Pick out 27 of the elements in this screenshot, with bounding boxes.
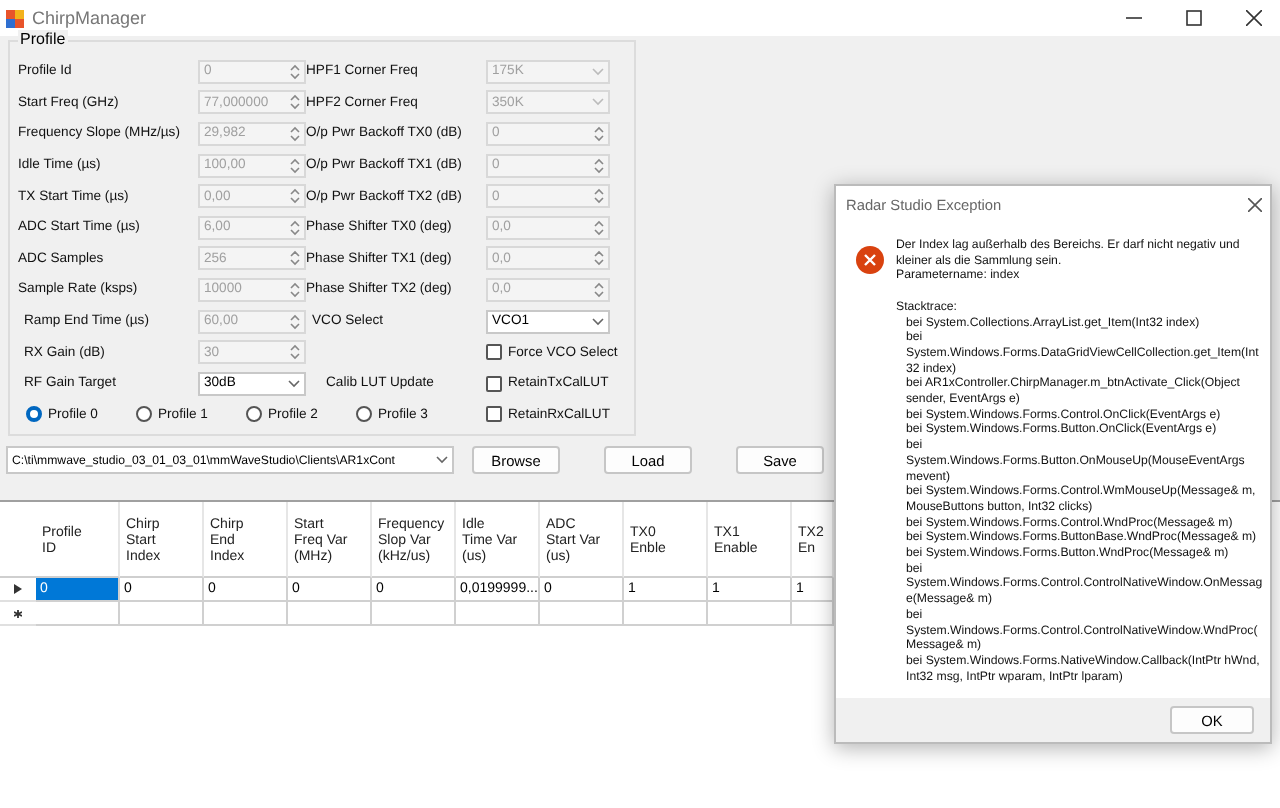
radio-button[interactable] — [356, 406, 372, 423]
table-cell[interactable] — [288, 602, 372, 626]
table-cell[interactable] — [456, 602, 540, 626]
table-cell[interactable] — [120, 602, 204, 626]
error-icon — [856, 246, 884, 274]
radio-button[interactable] — [26, 406, 42, 423]
table-cell[interactable] — [708, 602, 792, 626]
table-cell[interactable] — [36, 602, 120, 626]
group-title: Profile — [18, 30, 68, 48]
app-icon — [6, 9, 24, 27]
table-cell[interactable] — [792, 602, 834, 626]
table-cell[interactable] — [204, 602, 288, 626]
maximize-icon[interactable] — [1186, 10, 1202, 26]
checkbox[interactable] — [486, 406, 502, 423]
table-cell[interactable] — [372, 602, 456, 626]
checkbox[interactable] — [486, 344, 502, 361]
dropdown-caret-icon[interactable] — [288, 379, 300, 388]
dropdown-caret-icon[interactable] — [592, 317, 604, 326]
checkbox[interactable] — [486, 375, 502, 392]
close-icon[interactable] — [1248, 197, 1262, 211]
radio-button[interactable] — [136, 406, 152, 423]
window-title: ChirpManager — [32, 8, 149, 28]
radio-button[interactable] — [246, 406, 262, 423]
table-cell[interactable] — [624, 602, 708, 626]
table-cell[interactable] — [540, 602, 624, 626]
dropdown-caret-icon[interactable] — [436, 456, 448, 465]
close-icon[interactable] — [1246, 10, 1262, 26]
